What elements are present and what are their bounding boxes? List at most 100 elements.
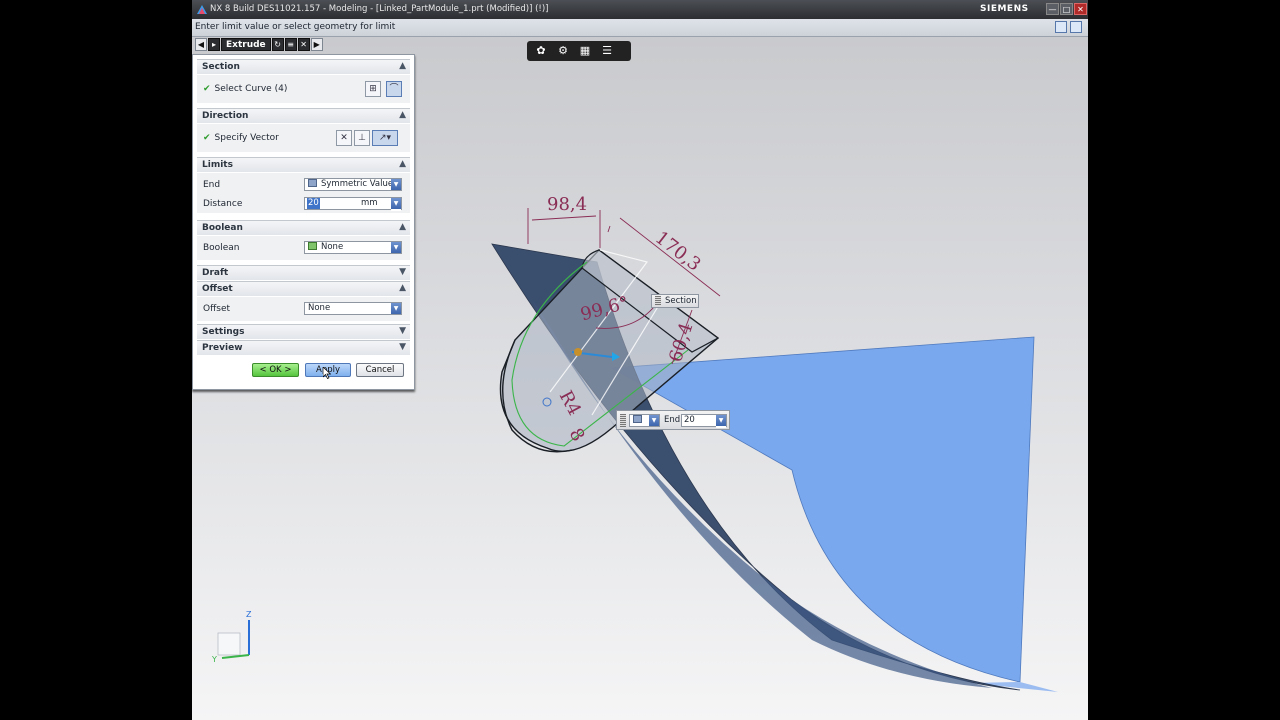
end-limit-callout[interactable]: ▼ End 20 ▼ (616, 410, 730, 430)
distance-options-button[interactable]: ▼ (391, 198, 401, 211)
ok-button[interactable]: < OK > (252, 363, 299, 377)
draft-group-header[interactable]: Draft ▼ (197, 265, 410, 280)
window-title: NX 8 Build DES11021.157 - Modeling - [Li… (210, 4, 549, 14)
chevron-up-icon[interactable]: ▲ (399, 61, 406, 71)
chevron-down-icon[interactable]: ▼ (399, 326, 406, 336)
value-type-icon (308, 179, 317, 187)
chevron-down-icon: ▼ (391, 179, 401, 190)
grid-icon[interactable]: ▦ (577, 44, 593, 58)
drag-grip-icon[interactable] (655, 296, 661, 306)
value-type-icon (633, 415, 642, 423)
chevron-down-icon: ▼ (716, 415, 726, 426)
boolean-label: Boolean (203, 243, 240, 253)
cue-line-icons (1055, 21, 1082, 33)
draft-group-label: Draft (202, 268, 229, 278)
dialog-reset-button[interactable]: ↻ (271, 38, 284, 51)
dialog-close-button[interactable]: ✕ (297, 38, 310, 51)
vector-dialog-button[interactable]: ⊥ (354, 130, 370, 146)
end-callout-value: 20 (684, 415, 695, 425)
specify-vector-label: Specify Vector (214, 133, 279, 143)
menu-icon[interactable]: ☰ (599, 44, 615, 58)
nx-logo-icon (197, 5, 207, 14)
dim-width-98[interactable]: 98,4 (547, 194, 587, 215)
chevron-down-icon[interactable]: ▼ (399, 342, 406, 352)
section-tag[interactable]: Section (651, 294, 699, 308)
chevron-down-icon: ▼ (391, 242, 401, 253)
vector-type-dropdown[interactable]: ↗▾ (372, 130, 398, 146)
offset-row: Offset None ▼ (197, 297, 410, 321)
sketch-section-button[interactable]: ⊞ (365, 81, 381, 97)
minimize-button[interactable]: — (1046, 3, 1059, 15)
restore-layout-icon[interactable] (1055, 21, 1067, 33)
axis-triad-icon: Z Y (211, 610, 252, 664)
boolean-group-header[interactable]: Boolean ▲ (197, 220, 410, 235)
end-callout-input[interactable]: 20 ▼ (681, 414, 727, 428)
section-group-label: Section (202, 62, 240, 72)
dialog-back-button[interactable]: ◀ (195, 38, 207, 51)
chevron-down-icon: ▼ (391, 198, 401, 209)
section-row: ✔ Select Curve (4) ⊞ ⌒ (197, 75, 410, 103)
view-toolbar: ✿ ⚙ ▦ ☰ (527, 41, 631, 61)
dialog-menu-button[interactable]: ≡ (284, 38, 297, 51)
end-callout-label: End (664, 415, 681, 425)
chevron-up-icon[interactable]: ▲ (399, 159, 406, 169)
end-type-dropdown[interactable]: ▼ (629, 414, 660, 427)
distance-unit: mm (361, 198, 378, 208)
select-curve-label: Select Curve (4) (214, 84, 288, 94)
maximize-button[interactable]: □ (1060, 3, 1073, 15)
selection-filter-icon[interactable]: ✿ (533, 44, 549, 58)
settings-group-header[interactable]: Settings ▼ (197, 324, 410, 339)
boolean-none-icon (308, 242, 317, 250)
limits-rows: End Symmetric Value ▼ Distance 20 mm ▼ (197, 173, 410, 213)
close-window-button[interactable]: ✕ (1074, 3, 1087, 15)
distance-input[interactable]: 20 mm ▼ (304, 197, 402, 211)
siemens-brand: SIEMENS (980, 4, 1029, 14)
distance-label: Distance (203, 199, 243, 209)
drag-grip-icon[interactable] (620, 414, 626, 427)
boolean-dropdown[interactable]: None ▼ (304, 241, 402, 254)
end-limit-value: Symmetric Value (321, 179, 394, 189)
boolean-value: None (321, 242, 344, 252)
preview-group-header[interactable]: Preview ▼ (197, 340, 410, 355)
distance-value: 20 (307, 198, 320, 209)
offset-label: Offset (203, 304, 231, 314)
dim-length-170[interactable]: 170,3 (651, 227, 705, 275)
boolean-row: Boolean None ▼ (197, 236, 410, 260)
limits-group-label: Limits (202, 160, 233, 170)
offset-group-header[interactable]: Offset ▲ (197, 281, 410, 296)
boolean-group-label: Boolean (202, 223, 243, 233)
full-screen-icon[interactable] (1070, 21, 1082, 33)
check-icon: ✔ (203, 133, 211, 143)
chevron-down-icon[interactable]: ▼ (399, 267, 406, 277)
extrude-dialog-header: ◀ ▸ Extrude ↻ ≡ ✕ ▶ (195, 37, 323, 52)
end-label: End (203, 180, 221, 190)
offset-group-label: Offset (202, 284, 233, 294)
cancel-button[interactable]: Cancel (356, 363, 404, 377)
section-group-header[interactable]: Section ▲ (197, 59, 410, 74)
reverse-direction-button[interactable]: ✕ (336, 130, 352, 146)
direction-group-header[interactable]: Direction ▲ (197, 108, 410, 123)
dialog-pin-icon[interactable]: ▸ (208, 38, 220, 51)
gear-icon[interactable]: ⚙ (555, 44, 571, 58)
curve-select-button[interactable]: ⌒ (386, 81, 402, 97)
offset-value: None (308, 303, 331, 313)
chevron-down-icon: ▼ (391, 303, 401, 314)
title-bar: NX 8 Build DES11021.157 - Modeling - [Li… (192, 0, 1088, 19)
offset-dropdown[interactable]: None ▼ (304, 302, 402, 315)
settings-group-label: Settings (202, 327, 245, 337)
direction-row: ✔ Specify Vector ✕ ⊥ ↗▾ (197, 124, 410, 152)
section-tag-label: Section (665, 296, 697, 306)
end-callout-spin[interactable]: ▼ (716, 415, 726, 428)
chevron-up-icon[interactable]: ▲ (399, 222, 406, 232)
chevron-up-icon[interactable]: ▲ (399, 110, 406, 120)
axis-z-label: Z (246, 610, 252, 619)
end-limit-dropdown[interactable]: Symmetric Value ▼ (304, 178, 402, 191)
limits-group-header[interactable]: Limits ▲ (197, 157, 410, 172)
dialog-forward-button[interactable]: ▶ (310, 38, 323, 51)
chevron-down-icon: ▼ (649, 415, 659, 426)
nx-application-window: NX 8 Build DES11021.157 - Modeling - [Li… (192, 0, 1088, 720)
cue-line-bar: Enter limit value or select geometry for… (192, 19, 1088, 37)
mouse-cursor-icon (323, 367, 331, 379)
chevron-up-icon[interactable]: ▲ (399, 283, 406, 293)
preview-group-label: Preview (202, 343, 243, 353)
